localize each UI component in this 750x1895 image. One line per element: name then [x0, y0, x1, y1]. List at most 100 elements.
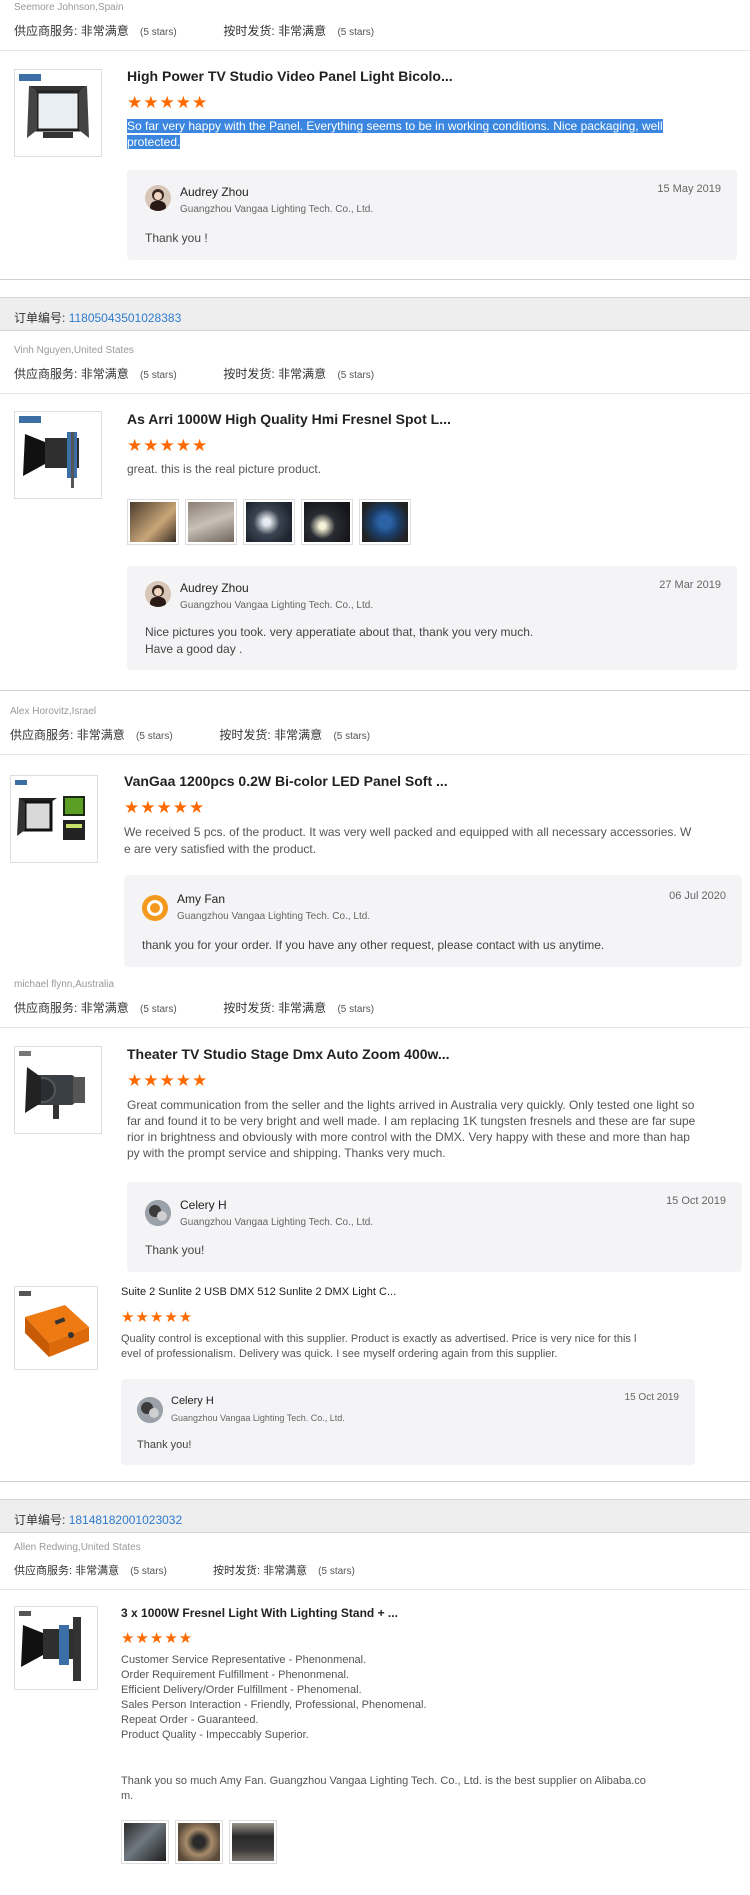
- order-label: 订单编号:: [14, 1513, 66, 1527]
- buyer-name: Vinh Nguyen,United States: [14, 345, 134, 356]
- rating-stars: ★★★★★: [121, 1630, 194, 1647]
- divider: [0, 50, 750, 51]
- seller-reply: Audrey Zhou Guangzhou Vangaa Lighting Te…: [127, 170, 737, 260]
- review-text: evel of professionalism. Delivery was qu…: [121, 1348, 558, 1360]
- product-thumbnail[interactable]: [14, 411, 102, 499]
- avatar-icon: [150, 585, 166, 607]
- avatar: [142, 895, 168, 921]
- product-title[interactable]: Suite 2 Sunlite 2 USB DMX 512 Sunlite 2 …: [121, 1286, 396, 1298]
- rating-stars: ★★★★★: [121, 1309, 194, 1326]
- rating-stars: ★★★★★: [127, 1071, 209, 1090]
- supplier-ratings: 供应商服务: 非常满意 (5 stars) 按时发货: 非常满意 (5 star…: [10, 728, 371, 742]
- buyer-name: Seemore Johnson,Spain: [14, 2, 124, 13]
- seller-reply: Audrey Zhou Guangzhou Vangaa Lighting Te…: [127, 566, 737, 670]
- product-thumbnail[interactable]: [14, 1046, 102, 1134]
- review-text: Quality control is exceptional with this…: [121, 1333, 637, 1345]
- reply-date: 15 Oct 2019: [666, 1195, 726, 1207]
- seller-reply: Celery H Guangzhou Vangaa Lighting Tech.…: [121, 1379, 695, 1465]
- reply-company: Guangzhou Vangaa Lighting Tech. Co., Ltd…: [180, 204, 374, 215]
- review-text: m.: [121, 1790, 134, 1802]
- divider: [0, 393, 750, 394]
- product-title[interactable]: As Arri 1000W High Quality Hmi Fresnel S…: [127, 411, 451, 427]
- reply-date: 15 Oct 2019: [624, 1392, 679, 1403]
- panel-light-image: [19, 74, 89, 138]
- reply-message: thank you for your order. If you have an…: [142, 938, 605, 952]
- review-photo[interactable]: [127, 499, 179, 545]
- product-thumbnail[interactable]: [14, 69, 102, 157]
- reply-date: 15 May 2019: [657, 183, 721, 195]
- review-photo[interactable]: [301, 499, 353, 545]
- led-panel-image: [15, 780, 85, 840]
- supplier-ratings: 供应商服务: 非常满意 (5 stars) 按时发货: 非常满意 (5 star…: [14, 1565, 355, 1577]
- reply-message: Thank you!: [145, 1243, 205, 1257]
- review-photo[interactable]: [243, 499, 295, 545]
- reply-message: Have a good day .: [145, 642, 243, 656]
- avatar: [137, 1397, 163, 1423]
- reply-message: Nice pictures you took. very apperatiate…: [145, 625, 534, 639]
- seller-reply: Celery H Guangzhou Vangaa Lighting Tech.…: [127, 1182, 742, 1272]
- supplier-ratings: 供应商服务: 非常满意 (5 stars) 按时发货: 非常满意 (5 star…: [14, 367, 375, 381]
- order-header: 订单编号: 18148182001023032: [0, 1499, 750, 1533]
- review-text: great. this is the real picture product.: [127, 462, 322, 476]
- review-text: Thank you so much Amy Fan. Guangzhou Van…: [121, 1775, 646, 1787]
- reply-author: Celery H: [171, 1395, 214, 1407]
- order-label: 订单编号:: [14, 311, 66, 325]
- product-title[interactable]: Theater TV Studio Stage Dmx Auto Zoom 40…: [127, 1046, 450, 1062]
- reply-company: Guangzhou Vangaa Lighting Tech. Co., Ltd…: [171, 1413, 345, 1423]
- divider: [0, 1589, 750, 1590]
- review-text: Customer Service Representative - Phenon…: [121, 1654, 427, 1741]
- avatar: [145, 185, 171, 211]
- fresnel-light-image: [19, 416, 79, 488]
- divider: [0, 279, 750, 280]
- product-thumbnail[interactable]: [10, 775, 98, 863]
- supplier-ratings: 供应商服务: 非常满意 (5 stars) 按时发货: 非常满意 (5 star…: [14, 1001, 375, 1015]
- review-text: We received 5 pcs. of the product. It wa…: [124, 825, 692, 839]
- reply-date: 06 Jul 2020: [669, 890, 726, 902]
- reply-author: Audrey Zhou: [180, 581, 249, 595]
- reply-message: Thank you!: [137, 1439, 192, 1451]
- product-title[interactable]: High Power TV Studio Video Panel Light B…: [127, 68, 453, 84]
- review-photo[interactable]: [229, 1820, 277, 1864]
- rating-stars: ★★★★★: [124, 798, 206, 817]
- avatar: [145, 581, 171, 607]
- order-header: 订单编号: 11805043501028383: [0, 297, 750, 331]
- order-number-link[interactable]: 11805043501028383: [69, 311, 182, 325]
- avatar-icon: [137, 1397, 163, 1423]
- product-thumbnail[interactable]: [14, 1606, 98, 1690]
- dmx-interface-image: [19, 1291, 89, 1357]
- review-photo[interactable]: [359, 499, 411, 545]
- divider: [0, 1027, 750, 1028]
- review-text: So far very happy with the Panel. Everyt…: [127, 119, 663, 149]
- rating-stars: ★★★★★: [127, 93, 209, 112]
- divider: [0, 1481, 750, 1482]
- rating-stars: ★★★★★: [127, 436, 209, 455]
- buyer-name: Allen Redwing,United States: [14, 1542, 141, 1553]
- review-text: far and found it to be very bright and w…: [127, 1114, 696, 1128]
- product-title[interactable]: 3 x 1000W Fresnel Light With Lighting St…: [121, 1606, 398, 1620]
- avatar-icon: [150, 189, 166, 211]
- reply-date: 27 Mar 2019: [659, 579, 721, 591]
- order-number-link[interactable]: 18148182001023032: [69, 1513, 182, 1527]
- review-text: Great communication from the seller and …: [127, 1098, 695, 1112]
- reply-company: Guangzhou Vangaa Lighting Tech. Co., Ltd…: [177, 911, 371, 922]
- product-thumbnail[interactable]: [14, 1286, 98, 1370]
- review-text: e are very satisfied with the product.: [124, 842, 317, 856]
- product-title[interactable]: VanGaa 1200pcs 0.2W Bi-color LED Panel S…: [124, 773, 448, 789]
- avatar: [145, 1200, 171, 1226]
- reply-company: Guangzhou Vangaa Lighting Tech. Co., Ltd…: [180, 600, 374, 611]
- review-photo[interactable]: [185, 499, 237, 545]
- fresnel-kit-image: [19, 1611, 81, 1681]
- seller-reply: Amy Fan Guangzhou Vangaa Lighting Tech. …: [124, 875, 742, 967]
- reply-author: Audrey Zhou: [180, 185, 249, 199]
- review-text: rior in brightness and obviously with mo…: [127, 1130, 690, 1144]
- divider: [0, 690, 750, 691]
- reply-author: Amy Fan: [177, 892, 226, 906]
- zoom-spotlight-image: [19, 1051, 85, 1119]
- supplier-ratings: 供应商服务: 非常满意 (5 stars) 按时发货: 非常满意 (5 star…: [14, 24, 375, 38]
- reply-company: Guangzhou Vangaa Lighting Tech. Co., Ltd…: [180, 1217, 374, 1228]
- review-photo[interactable]: [175, 1820, 223, 1864]
- avatar-icon: [145, 1200, 171, 1226]
- buyer-name: Alex Horovitz,Israel: [10, 706, 97, 717]
- divider: [0, 754, 750, 755]
- review-photo[interactable]: [121, 1820, 169, 1864]
